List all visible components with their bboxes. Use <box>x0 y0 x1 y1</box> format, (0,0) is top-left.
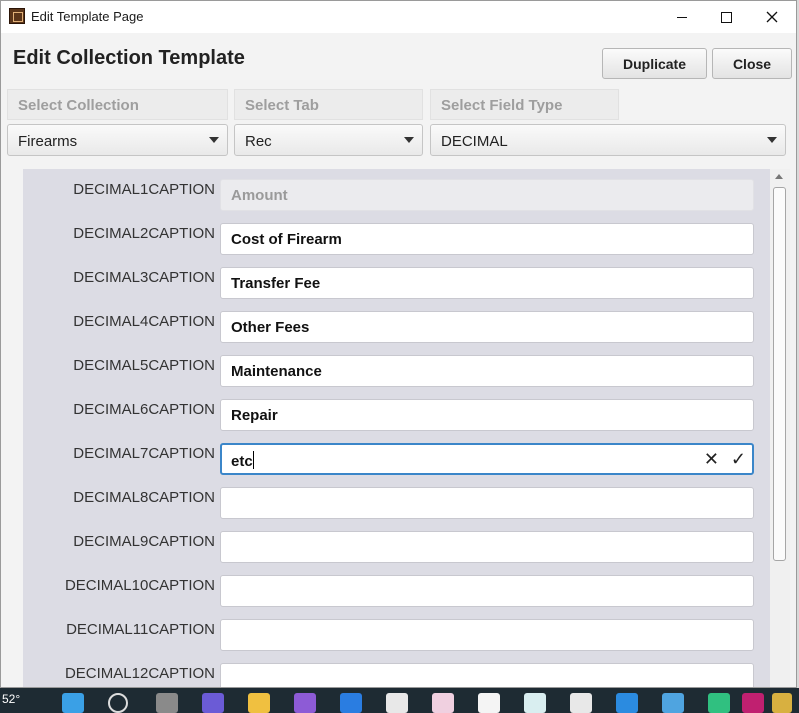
weather-temperature[interactable]: 52° <box>2 692 20 706</box>
field-label: DECIMAL3CAPTION <box>73 269 215 286</box>
app-icon-light[interactable] <box>386 693 408 713</box>
app-icon-blue[interactable] <box>340 693 362 713</box>
scrollbar-thumb[interactable] <box>773 187 786 561</box>
vertical-scrollbar[interactable] <box>770 169 790 687</box>
app-icon-yellow[interactable] <box>772 693 792 713</box>
field-row: DECIMAL8CAPTION <box>23 477 771 519</box>
text-cursor <box>252 451 254 469</box>
select-field-type-header: Select Field Type <box>430 89 619 120</box>
field-row: DECIMAL12CAPTION <box>23 653 771 687</box>
app-icon <box>9 8 25 24</box>
start-icon[interactable] <box>62 693 84 713</box>
caption-input[interactable] <box>220 575 754 607</box>
duplicate-button[interactable]: Duplicate <box>602 48 707 79</box>
chevron-down-icon <box>209 137 219 143</box>
field-label: DECIMAL7CAPTION <box>73 445 215 462</box>
field-label: DECIMAL8CAPTION <box>73 489 215 506</box>
field-row: DECIMAL2CAPTION Cost of Firearm <box>23 213 771 255</box>
search-icon[interactable] <box>108 693 128 713</box>
tab-dropdown[interactable]: Rec <box>234 124 423 156</box>
title-bar: Edit Template Page <box>1 1 796 33</box>
document-icon-white[interactable] <box>478 693 500 713</box>
field-label: DECIMAL11CAPTION <box>66 621 215 638</box>
tab-dropdown-value: Rec <box>245 133 272 150</box>
field-label: DECIMAL6CAPTION <box>73 401 215 418</box>
document-icon-pink[interactable] <box>432 693 454 713</box>
maximize-button[interactable] <box>703 1 749 33</box>
cancel-edit-icon[interactable]: ✕ <box>704 449 719 470</box>
field-row: DECIMAL6CAPTION Repair <box>23 389 771 431</box>
caption-input[interactable] <box>220 619 754 651</box>
caption-input[interactable]: Cost of Firearm <box>220 223 754 255</box>
chat-icon[interactable] <box>202 693 224 713</box>
collection-dropdown[interactable]: Firearms <box>7 124 228 156</box>
caption-input[interactable] <box>220 531 754 563</box>
field-label: DECIMAL5CAPTION <box>73 357 215 374</box>
field-label: DECIMAL9CAPTION <box>73 533 215 550</box>
page-title: Edit Collection Template <box>13 47 245 69</box>
app-icon-grey[interactable] <box>570 693 592 713</box>
collection-dropdown-value: Firearms <box>18 133 78 150</box>
datagrip-icon[interactable] <box>708 693 730 713</box>
field-type-dropdown-value: DECIMAL <box>441 133 508 150</box>
caption-input[interactable]: Maintenance <box>220 355 754 387</box>
field-edit-actions: ✕ ✓ <box>704 449 746 470</box>
field-row: DECIMAL5CAPTION Maintenance <box>23 345 771 387</box>
file-explorer-icon[interactable] <box>248 693 270 713</box>
window-close-button[interactable] <box>749 1 795 33</box>
confirm-edit-icon[interactable]: ✓ <box>731 449 746 470</box>
caption-input: Amount <box>220 179 754 211</box>
field-label: DECIMAL12CAPTION <box>64 665 215 682</box>
chevron-down-icon <box>404 137 414 143</box>
task-view-icon[interactable] <box>156 693 178 713</box>
field-row: DECIMAL7CAPTION etc ✕ ✓ <box>23 433 771 475</box>
field-label: DECIMAL1CAPTION <box>73 181 215 198</box>
caption-input[interactable]: Transfer Fee <box>220 267 754 299</box>
select-tab-header: Select Tab <box>234 89 423 120</box>
taskbar: 52° <box>0 688 799 713</box>
app-icon-purple[interactable] <box>294 693 316 713</box>
chevron-down-icon <box>767 137 777 143</box>
field-row: DECIMAL3CAPTION Transfer Fee <box>23 257 771 299</box>
field-type-dropdown[interactable]: DECIMAL <box>430 124 786 156</box>
caption-input[interactable]: Other Fees <box>220 311 754 343</box>
caption-input-active[interactable]: etc ✕ ✓ <box>220 443 754 475</box>
close-button[interactable]: Close <box>712 48 792 79</box>
minimize-button[interactable] <box>659 1 705 33</box>
close-icon <box>766 11 778 23</box>
field-label: DECIMAL10CAPTION <box>64 577 215 594</box>
document-icon-teal[interactable] <box>524 693 546 713</box>
field-row: DECIMAL1CAPTION Amount <box>23 169 771 211</box>
field-row: DECIMAL10CAPTION <box>23 565 771 607</box>
vscode-icon[interactable] <box>616 693 638 713</box>
caption-input[interactable]: Repair <box>220 399 754 431</box>
field-row: DECIMAL9CAPTION <box>23 521 771 563</box>
field-label: DECIMAL2CAPTION <box>73 225 215 242</box>
field-label: DECIMAL4CAPTION <box>73 313 215 330</box>
edit-template-window: Edit Template Page Edit Collection Templ… <box>0 0 797 688</box>
caption-input-text: etc <box>231 453 253 470</box>
intellij-icon[interactable] <box>742 693 764 713</box>
app-icon-cyan[interactable] <box>662 693 684 713</box>
window-title: Edit Template Page <box>31 9 144 24</box>
select-collection-header: Select Collection <box>7 89 228 120</box>
scroll-up-arrow-icon[interactable] <box>775 174 783 179</box>
field-row: DECIMAL4CAPTION Other Fees <box>23 301 771 343</box>
caption-input[interactable] <box>220 663 754 687</box>
field-row: DECIMAL11CAPTION <box>23 609 771 651</box>
caption-fields-panel: DECIMAL1CAPTION Amount DECIMAL2CAPTION C… <box>23 169 790 687</box>
caption-input[interactable] <box>220 487 754 519</box>
